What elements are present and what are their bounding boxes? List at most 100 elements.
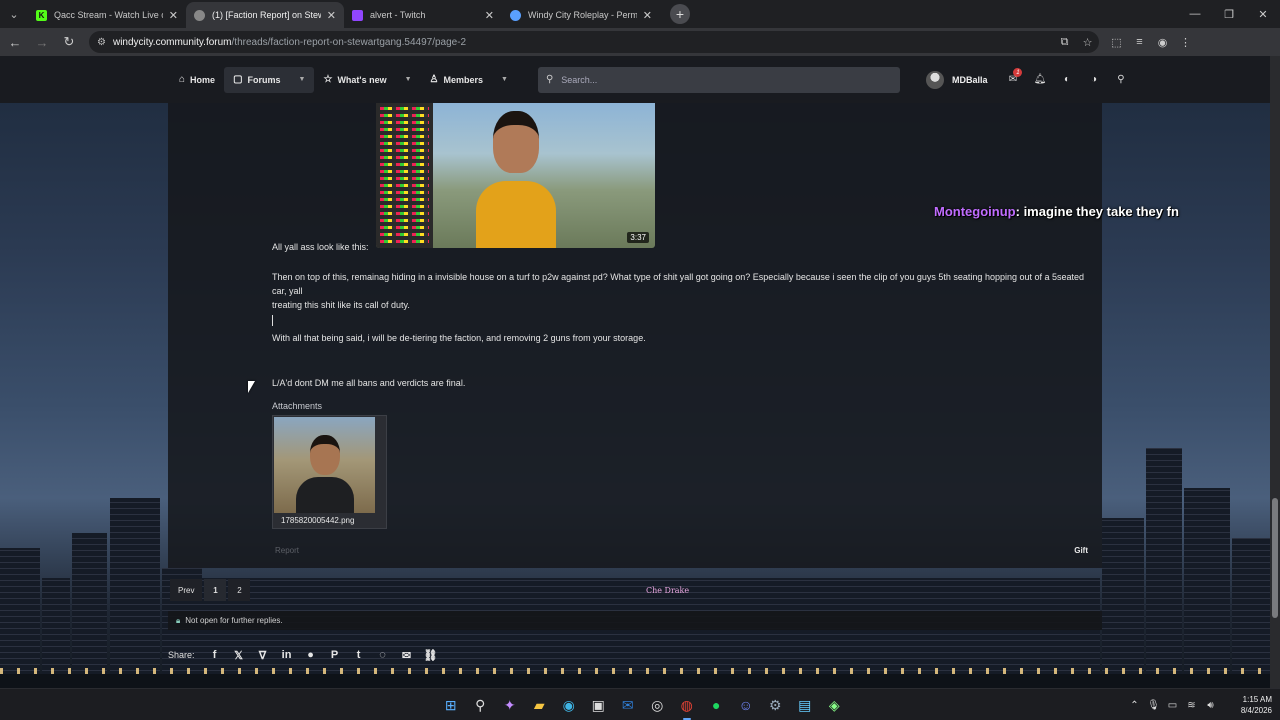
kick-favicon-icon: K <box>36 9 47 21</box>
inbox-badge: 1 <box>1013 68 1023 77</box>
gift-button[interactable]: Gift <box>1074 546 1088 555</box>
tray-chevron-up-icon[interactable]: ⌃ <box>1125 700 1144 711</box>
forum-search-input[interactable]: ⚲ Search... <box>537 66 900 93</box>
window-controls: — ❐ ✕ <box>1178 0 1280 28</box>
reddit-icon[interactable]: ● <box>299 649 323 661</box>
clock-date: 8/4/2026 <box>1240 706 1272 715</box>
extensions-icon[interactable]: ⬚ <box>1105 36 1128 49</box>
display-icon[interactable]: ▭ <box>1163 700 1182 711</box>
close-tab-icon[interactable]: ✕ <box>643 9 652 22</box>
back-icon[interactable]: ← <box>3 35 27 50</box>
username: MDBalla <box>951 74 988 85</box>
copilot-icon[interactable]: ✦ <box>495 689 525 720</box>
bookmark-star-icon[interactable]: ☆ <box>1076 36 1099 49</box>
bluesky-icon[interactable]: ᐁ <box>251 649 275 662</box>
whatsapp-icon[interactable]: ◌ <box>371 649 395 661</box>
share-label: Share: <box>168 650 195 660</box>
nav-home[interactable]: ⌂ Home <box>170 67 224 93</box>
microphone-icon[interactable]: 🎙︎ <box>1144 700 1163 711</box>
forward-icon[interactable]: → <box>30 35 54 50</box>
close-tab-icon[interactable]: ✕ <box>169 9 178 22</box>
attachment-thumbnail[interactable]: 1785820005442.png <box>272 415 387 529</box>
obs-icon[interactable]: ◈ <box>820 689 850 720</box>
maximize-icon[interactable]: ❐ <box>1212 0 1246 28</box>
nav-forums[interactable]: ▢ Forums ▼ <box>224 66 315 93</box>
chat-separator: : <box>1015 204 1020 219</box>
search-icon[interactable]: ⚲ <box>1107 74 1134 85</box>
post-line-4: L/A'd dont DM me all bans and verdicts a… <box>272 378 466 388</box>
outlook-icon[interactable]: ✉ <box>613 689 643 720</box>
site-info-icon[interactable]: ⚙ <box>97 37 106 48</box>
notepad-icon[interactable]: ▤ <box>790 689 820 720</box>
new-tab-button[interactable]: + <box>670 4 690 24</box>
browser-tab-bar: ⌄ K Qacc Stream - Watch Live on K ✕ (1) … <box>0 0 1280 28</box>
attachment-filename[interactable]: 1785820005442.png <box>281 516 354 525</box>
forum-navigation: ⌂ Home ▢ Forums ▼ ☆ What's new ▼ ♙ Membe… <box>0 56 1270 103</box>
steam-icon[interactable]: ⚙ <box>761 689 791 720</box>
tumblr-icon[interactable]: t <box>347 649 371 661</box>
reading-list-icon[interactable]: ≡ <box>1128 36 1151 49</box>
browser-tab-twitch[interactable]: alvert - Twitch ✕ <box>344 2 502 28</box>
chevron-down-icon[interactable]: ▼ <box>501 76 508 83</box>
taskbar-clock[interactable]: 1:15 AM 8/4/2026 <box>1220 694 1280 716</box>
nav-members[interactable]: ♙ Members ▼ <box>421 67 517 93</box>
page-1-button[interactable]: 1 <box>204 579 227 601</box>
tab-search-icon[interactable]: ⌄ <box>0 0 28 28</box>
report-link[interactable]: Report <box>275 546 299 555</box>
scrollbar-thumb[interactable] <box>1272 498 1278 618</box>
install-app-icon[interactable]: ⧉ <box>1053 36 1076 49</box>
search-placeholder: Search... <box>561 74 598 85</box>
bell-icon[interactable]: 🔔︎ <box>1026 74 1053 85</box>
forum-favicon-icon <box>194 9 205 21</box>
video-character <box>476 111 556 248</box>
tab-title: Windy City Roleplay - Permane <box>528 10 637 20</box>
linkedin-icon[interactable]: in <box>275 649 299 661</box>
browser-menu-icon[interactable]: ⋮ <box>1174 36 1197 49</box>
inbox-icon[interactable]: ✉ 1 <box>999 68 1026 85</box>
page-2-button[interactable]: 2 <box>228 579 251 601</box>
start-menu-icon[interactable]: ⊞ <box>436 689 466 720</box>
close-window-icon[interactable]: ✕ <box>1246 0 1280 28</box>
email-icon[interactable]: ✉ <box>395 649 419 662</box>
embedded-video[interactable]: 3:37 <box>376 103 655 248</box>
close-tab-icon[interactable]: ✕ <box>327 9 336 22</box>
chevron-down-icon[interactable]: ▼ <box>405 76 412 83</box>
stream-chat-overlay: Montegoinup: imagine they take they fn <box>934 204 1179 219</box>
close-tab-icon[interactable]: ✕ <box>485 9 494 22</box>
edge-icon[interactable]: ◉ <box>554 689 584 720</box>
facebook-icon[interactable]: f <box>203 649 227 661</box>
reload-icon[interactable]: ↻ <box>57 34 81 50</box>
discord-icon[interactable]: ☺ <box>731 689 761 720</box>
browser-tab-faction-report[interactable]: (1) [Faction Report] on Stewart ✕ <box>186 2 344 28</box>
search-icon[interactable]: ⚲ <box>466 689 496 720</box>
file-explorer-icon[interactable]: ▰ <box>525 689 555 720</box>
profile-icon[interactable]: ◉ <box>1151 36 1174 49</box>
video-duration: 3:37 <box>627 232 649 243</box>
prev-page-button[interactable]: Prev <box>170 579 203 601</box>
url-host: windycity.community.forum <box>112 36 232 48</box>
tab-title: alvert - Twitch <box>370 10 426 20</box>
store-icon[interactable]: ▣ <box>584 689 614 720</box>
browser-tab-kick[interactable]: K Qacc Stream - Watch Live on K ✕ <box>28 2 186 28</box>
text-caret <box>272 315 273 326</box>
wifi-icon[interactable]: ≋ <box>1182 700 1201 711</box>
tab-title: (1) [Faction Report] on Stewart <box>212 10 321 20</box>
volume-icon[interactable]: 🔊︎ <box>1201 700 1220 711</box>
link-icon[interactable]: ⛓ <box>419 649 443 662</box>
page-scrollbar[interactable] <box>1270 56 1280 688</box>
user-menu[interactable]: MDBalla <box>925 70 988 89</box>
clock-time: 1:15 AM <box>1242 695 1272 704</box>
pinterest-icon[interactable]: P <box>323 649 347 661</box>
nav-whats-new[interactable]: ☆ What's new ▼ <box>314 67 420 93</box>
camera-icon[interactable]: ◎ <box>643 689 673 720</box>
chevron-down-icon[interactable]: ▼ <box>299 76 306 83</box>
theme-toggle-icon[interactable]: ◐ <box>1053 74 1080 85</box>
address-bar[interactable]: ⚙ windycity.community.forum/threads/fact… <box>89 31 1099 53</box>
style-icon[interactable]: ◑ <box>1080 74 1107 85</box>
chrome-icon[interactable]: ◍ <box>672 689 702 720</box>
browser-tab-windy-city[interactable]: Windy City Roleplay - Permane ✕ <box>502 2 660 28</box>
x-twitter-icon[interactable]: 𝕏 <box>227 649 251 662</box>
spotify-icon[interactable]: ● <box>702 689 732 720</box>
minimize-icon[interactable]: — <box>1178 0 1212 28</box>
tab-title: Qacc Stream - Watch Live on K <box>54 10 163 20</box>
